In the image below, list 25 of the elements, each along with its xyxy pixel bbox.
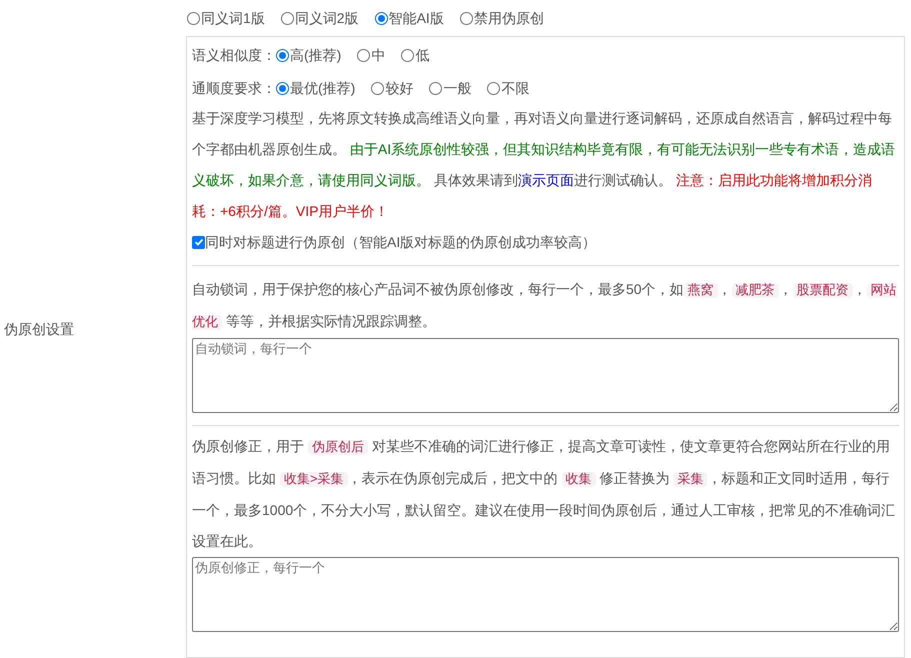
title-checkbox-option[interactable]: 同时对标题进行伪原创（智能AI版对标题的伪原创成功率较高）	[192, 227, 899, 257]
lock-words-description: 自动锁词，用于保护您的核心产品词不被伪原创修改，每行一个，最多50个，如 燕窝 ， 减肥茶 ， 股票配资 ， 网站优化 等等，并根据实际情况跟踪调整。	[192, 280, 898, 332]
checkbox[interactable]	[192, 236, 205, 248]
radio-circle[interactable]	[374, 12, 388, 24]
option-radio[interactable]: 一般	[429, 78, 472, 98]
option-radio[interactable]: 低	[401, 44, 430, 66]
option-radio[interactable]: 中	[357, 44, 386, 66]
ai-description: 基于深度学习模型，先将原文转换成高维语义向量，再对语义向量进行逐词解码，还原成自然语言，解码过程中每个字都由机器原创生成。 由于AI系统原创性较强，但其知识结构毕竟有限，有可能无法识别一些专有术语，造成语义破坏，如果介意，请使用同义词版。 具体效果请到演示页面进行测试确认。 注意：启用此功能将增加积分消耗：+6积分/篇。VIP用户半价！	[192, 109, 896, 221]
mode-radio[interactable]: 禁用伪原创	[460, 8, 544, 28]
radio-circle[interactable]	[276, 48, 289, 62]
option-label: 通顺度要求：	[192, 78, 276, 98]
mode-radio[interactable]: 同义词1版	[187, 8, 265, 28]
option-radio[interactable]: 最优(推荐)	[276, 78, 356, 98]
option-label: 语义相似度：	[192, 46, 276, 64]
demo-link[interactable]: 演示页面	[518, 172, 574, 188]
corrections-description: 伪原创修正，用于 伪原创后 对某些不准确的词汇进行修正，提高文章可读性，使文章更符合您网站所在行业的用语习惯。比如 收集>采集 ，表示在伪原创完成后，把文中的 收集 修正替换为 采集 ，标题和正文同时适用，每行一个，最多1000个，不分大小写，默认留空。建议在使用一段时间伪原创后，通过人工审核，把常见的不准确词汇设置在此。	[192, 437, 896, 551]
section-label: 伪原创设置	[4, 320, 74, 338]
option-radio[interactable]: 较好	[371, 78, 414, 98]
radio-circle[interactable]	[276, 82, 289, 94]
corrections-field[interactable]: 伪原创修正，每行一个	[192, 557, 899, 632]
lock-words-field[interactable]: 自动锁词，每行一个	[192, 338, 899, 413]
option-radio[interactable]: 不限	[487, 78, 530, 98]
mode-radio[interactable]: 同义词2版	[280, 8, 359, 28]
option-radio[interactable]: 高(推荐)	[276, 44, 342, 66]
mode-radio[interactable]: 智能AI版	[374, 8, 444, 28]
